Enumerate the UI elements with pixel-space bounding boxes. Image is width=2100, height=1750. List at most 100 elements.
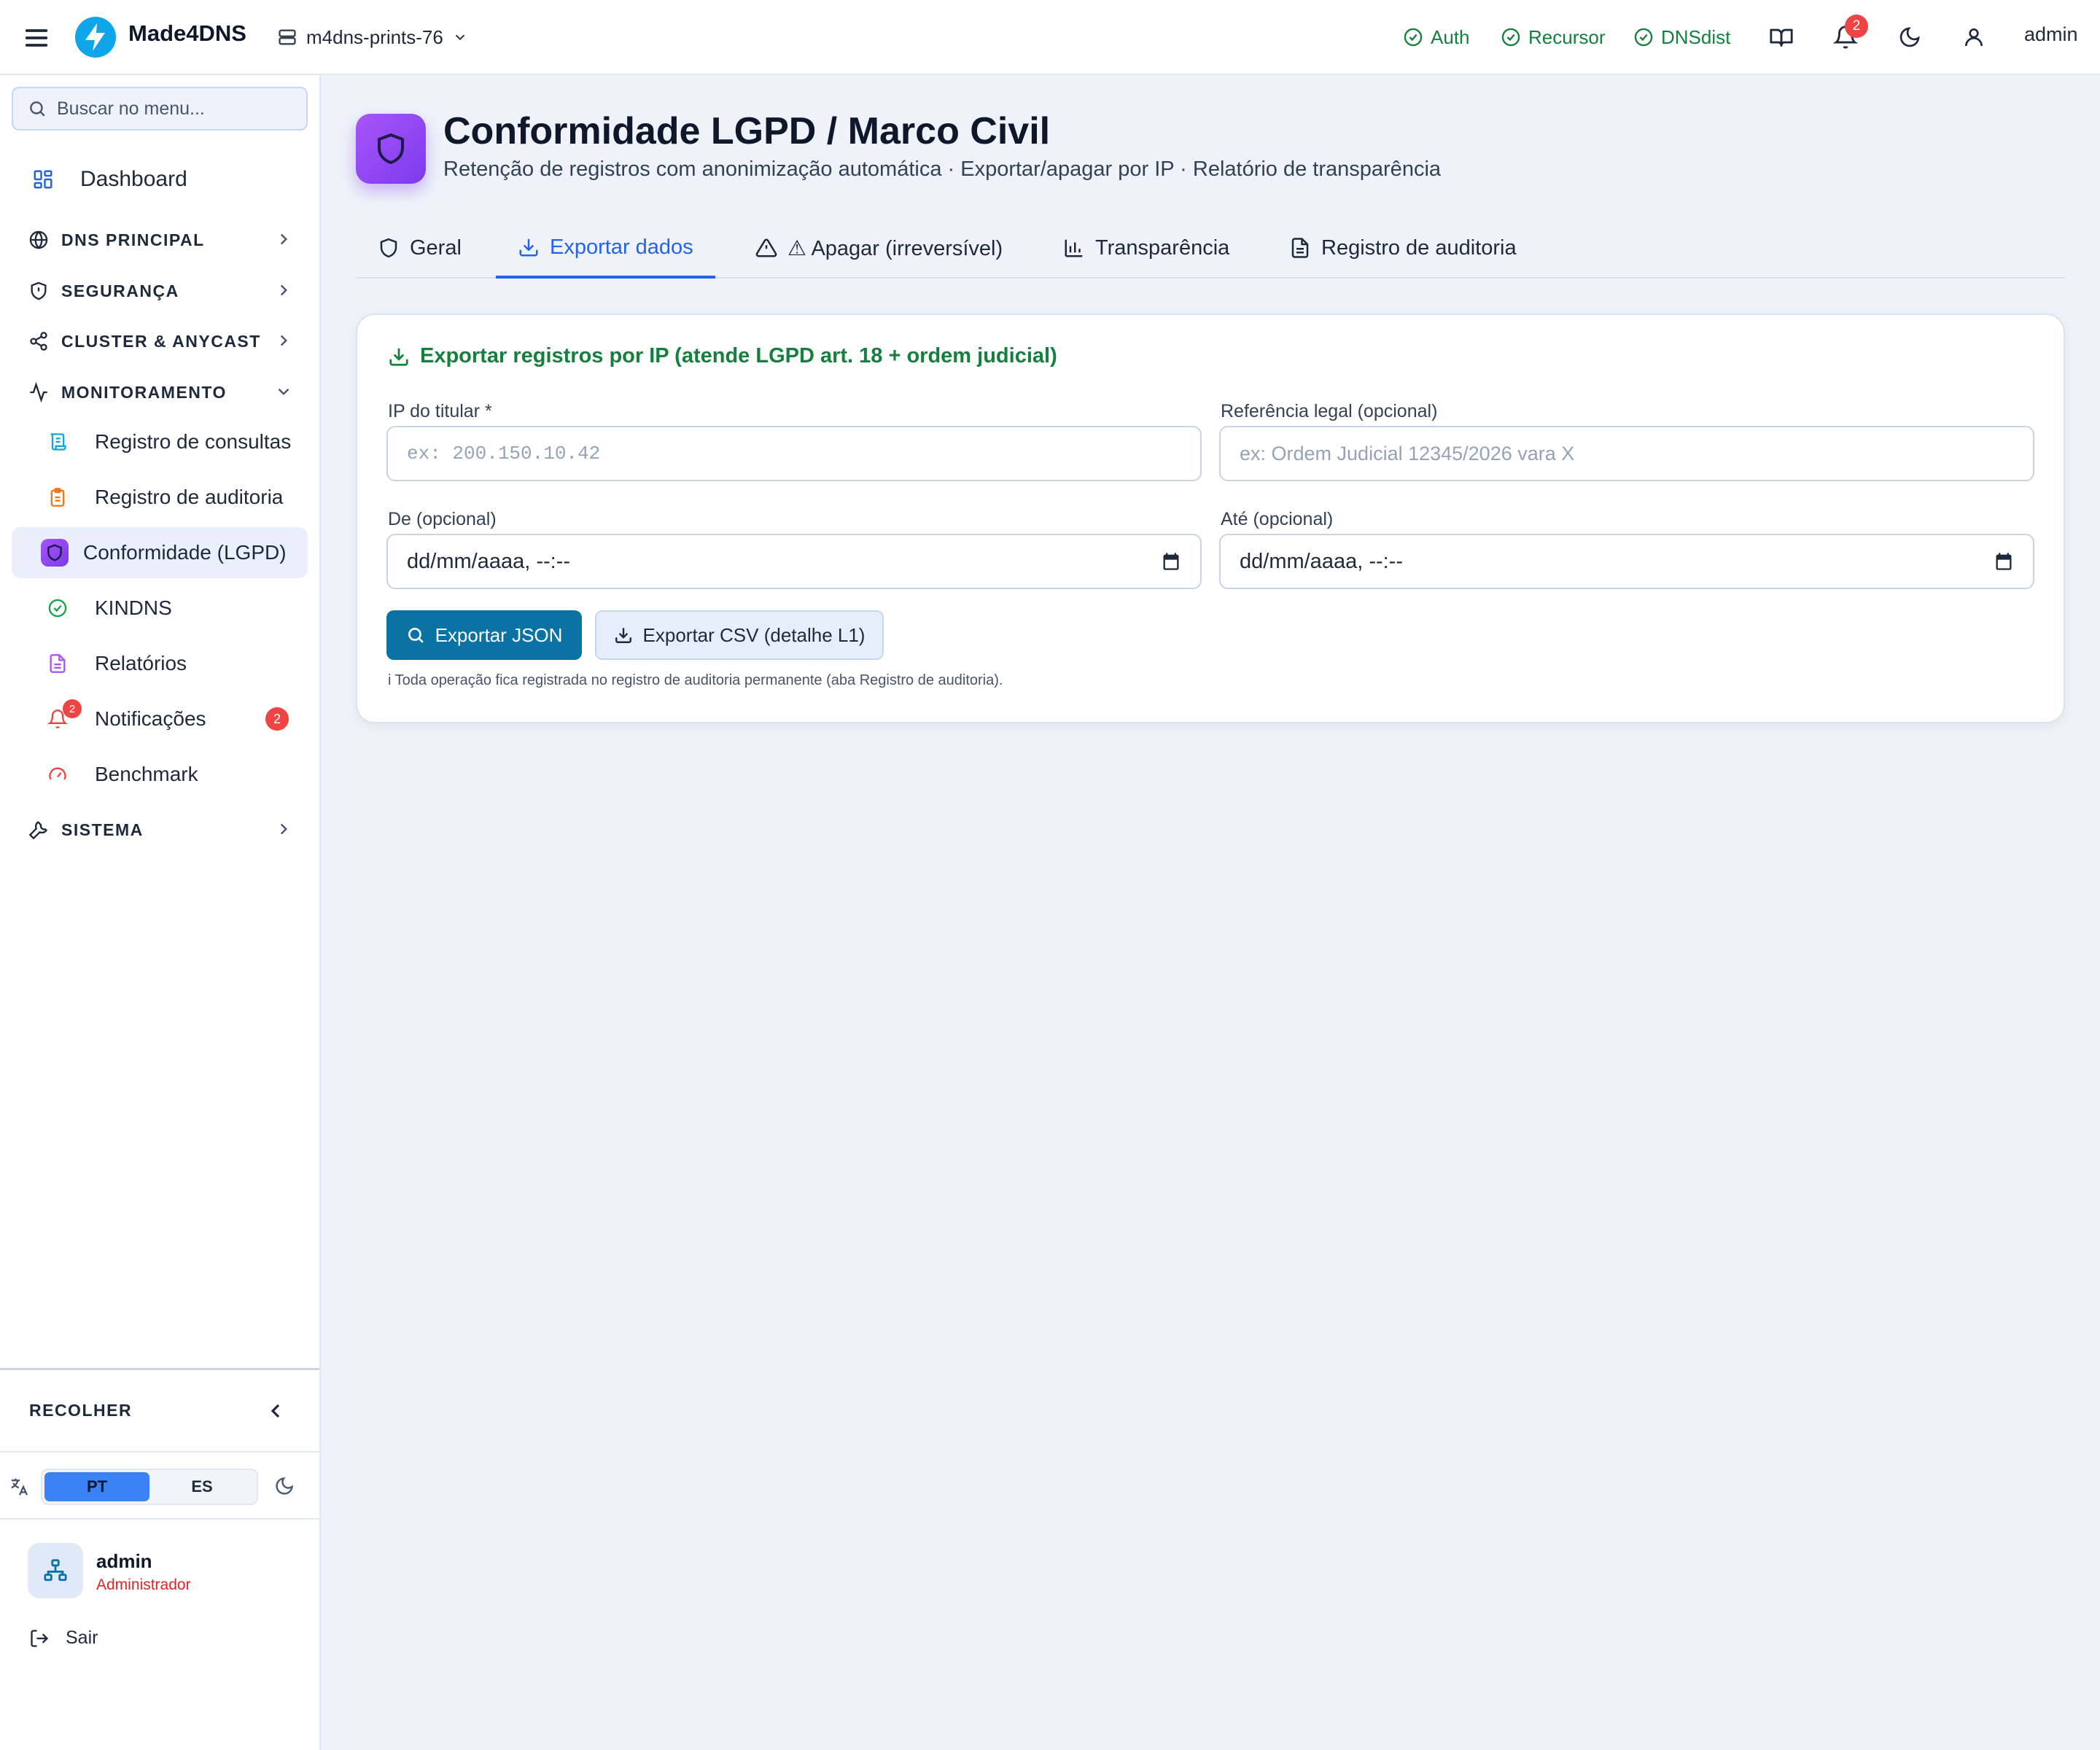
- wrench-icon: [26, 817, 51, 842]
- brand-name[interactable]: Made4DNS: [128, 20, 246, 47]
- sidebar-item-label: Registro de consultas: [95, 430, 292, 453]
- warning-icon: [755, 238, 777, 257]
- sidebar-item-label: Notificações: [95, 707, 206, 730]
- section-label: SISTEMA: [61, 820, 144, 839]
- tab-label: Registro de auditoria: [1321, 236, 1517, 260]
- translate-icon: [11, 1478, 28, 1496]
- export-json-label: Exportar JSON: [435, 623, 563, 646]
- server-icon: [279, 29, 296, 45]
- top-bar: Made4DNS m4dns-prints-76 Auth Recursor D…: [0, 0, 2100, 75]
- sidebar-item-lgpd[interactable]: Conformidade (LGPD): [12, 527, 308, 578]
- section-seguranca[interactable]: SEGURANÇA: [12, 269, 308, 313]
- activity-icon: [26, 380, 51, 405]
- shield-icon: [41, 539, 69, 567]
- sidebar-item-label: Registro de auditoria: [95, 486, 284, 508]
- sidebar-item-benchmark[interactable]: Benchmark: [12, 749, 308, 800]
- section-label: DNS PRINCIPAL: [61, 230, 205, 249]
- sidebar-item-reports[interactable]: Relatórios: [12, 638, 308, 689]
- sidebar-item-dashboard[interactable]: Dashboard: [12, 154, 308, 205]
- status-dnsdist[interactable]: DNSdist: [1633, 22, 1730, 52]
- language-option-es[interactable]: ES: [149, 1472, 254, 1501]
- gauge-icon: [44, 761, 71, 788]
- check-circle-icon: [1501, 28, 1520, 47]
- ip-input[interactable]: [407, 443, 1181, 464]
- scroll-icon: [44, 428, 71, 456]
- export-json-button[interactable]: Exportar JSON: [386, 610, 582, 660]
- to-date-field[interactable]: dd/mm/aaaa, --:--: [1219, 534, 2034, 589]
- status-auth[interactable]: Auth: [1403, 22, 1470, 52]
- tab-label: Exportar dados: [550, 235, 693, 259]
- sidebar-item-kindns[interactable]: KINDNS: [12, 583, 308, 634]
- sidebar-item-notifications[interactable]: 2 Notificações 2: [12, 693, 308, 744]
- user-icon[interactable]: [1959, 22, 1989, 52]
- share-nodes-icon: [26, 329, 51, 354]
- status-label: Recursor: [1528, 26, 1606, 48]
- hamburger-menu-icon[interactable]: [22, 23, 51, 52]
- section-cluster-anycast[interactable]: CLUSTER & ANYCAST: [12, 319, 308, 363]
- ip-field[interactable]: [386, 426, 1202, 481]
- to-date-label: Até (opcional): [1221, 509, 1334, 529]
- file-text-icon: [44, 650, 71, 677]
- export-card: Exportar registros por IP (atende LGPD a…: [356, 314, 2065, 723]
- sidebar-item-label: Relatórios: [95, 652, 187, 674]
- chevron-down-icon: [278, 388, 289, 395]
- sidebar-item-label: Conformidade (LGPD): [83, 541, 287, 564]
- status-recursor[interactable]: Recursor: [1501, 22, 1605, 52]
- moon-icon[interactable]: [1894, 22, 1925, 52]
- brand-logo-icon[interactable]: [74, 16, 117, 58]
- avatar[interactable]: [28, 1543, 83, 1598]
- export-csv-button[interactable]: Exportar CSV (detalhe L1): [595, 610, 884, 660]
- menu-search[interactable]: [12, 87, 308, 131]
- from-date-value: dd/mm/aaaa, --:--: [407, 549, 570, 573]
- moon-icon[interactable]: [274, 1476, 295, 1496]
- calendar-icon[interactable]: [1994, 551, 2014, 572]
- globe-icon: [26, 228, 51, 252]
- sidebar-item-label: Dashboard: [80, 167, 187, 191]
- export-csv-label: Exportar CSV (detalhe L1): [642, 623, 866, 646]
- tab-label: Geral: [410, 236, 462, 260]
- section-label: SEGURANÇA: [61, 281, 179, 300]
- language-toggle: PT ES: [41, 1469, 258, 1505]
- current-user[interactable]: admin: [2024, 23, 2078, 46]
- sidebar: Dashboard DNS PRINCIPAL SEGURANÇA CLUSTE…: [0, 75, 321, 1750]
- notification-count-badge: 2: [265, 707, 289, 731]
- tab-exportar-dados[interactable]: Exportar dados: [496, 219, 715, 279]
- export-card-title-text: Exportar registros por IP (atende LGPD a…: [420, 344, 1057, 368]
- collapse-sidebar-button[interactable]: RECOLHER: [0, 1368, 319, 1452]
- page-shield-icon: [356, 114, 426, 184]
- page-subtitle: Retenção de registros com anonimização a…: [443, 158, 1442, 181]
- tab-label: Transparência: [1095, 236, 1230, 260]
- legal-reference-field[interactable]: [1219, 426, 2034, 481]
- section-monitoramento[interactable]: MONITORAMENTO: [12, 370, 308, 414]
- tab-apagar[interactable]: ⚠ Apagar (irreversível): [734, 219, 1024, 277]
- section-dns-principal[interactable]: DNS PRINCIPAL: [12, 218, 308, 262]
- legal-reference-input[interactable]: [1240, 442, 2014, 465]
- logout-button[interactable]: Sair: [29, 1628, 98, 1649]
- sidebar-item-query-log[interactable]: Registro de consultas: [12, 416, 308, 467]
- notification-badge: 2: [1845, 15, 1868, 38]
- user-card-name: admin: [96, 1550, 152, 1572]
- shield-alert-icon: [26, 279, 51, 303]
- search-icon: [408, 628, 424, 643]
- section-sistema[interactable]: SISTEMA: [12, 808, 308, 852]
- docs-book-icon[interactable]: [1766, 22, 1797, 52]
- clipboard-icon: [44, 483, 71, 511]
- tab-transparencia[interactable]: Transparência: [1041, 219, 1251, 277]
- search-input[interactable]: [57, 98, 290, 120]
- sidebar-item-label: KINDNS: [95, 596, 172, 619]
- calendar-icon[interactable]: [1161, 551, 1181, 572]
- language-option-pt[interactable]: PT: [44, 1472, 149, 1501]
- from-date-field[interactable]: dd/mm/aaaa, --:--: [386, 534, 1202, 589]
- tab-registro-auditoria[interactable]: Registro de auditoria: [1267, 219, 1539, 277]
- status-label: DNSdist: [1661, 26, 1731, 48]
- logout-icon: [31, 1629, 49, 1647]
- chevron-left-icon: [271, 1404, 280, 1418]
- server-selector[interactable]: m4dns-prints-76: [277, 22, 468, 52]
- section-label: CLUSTER & ANYCAST: [61, 331, 261, 351]
- tab-geral[interactable]: Geral: [356, 219, 483, 277]
- file-text-icon: [1291, 238, 1309, 258]
- download-icon: [519, 238, 538, 257]
- sidebar-item-audit-log[interactable]: Registro de auditoria: [12, 472, 308, 523]
- download-icon: [389, 348, 408, 366]
- legal-reference-label: Referência legal (opcional): [1221, 401, 1438, 421]
